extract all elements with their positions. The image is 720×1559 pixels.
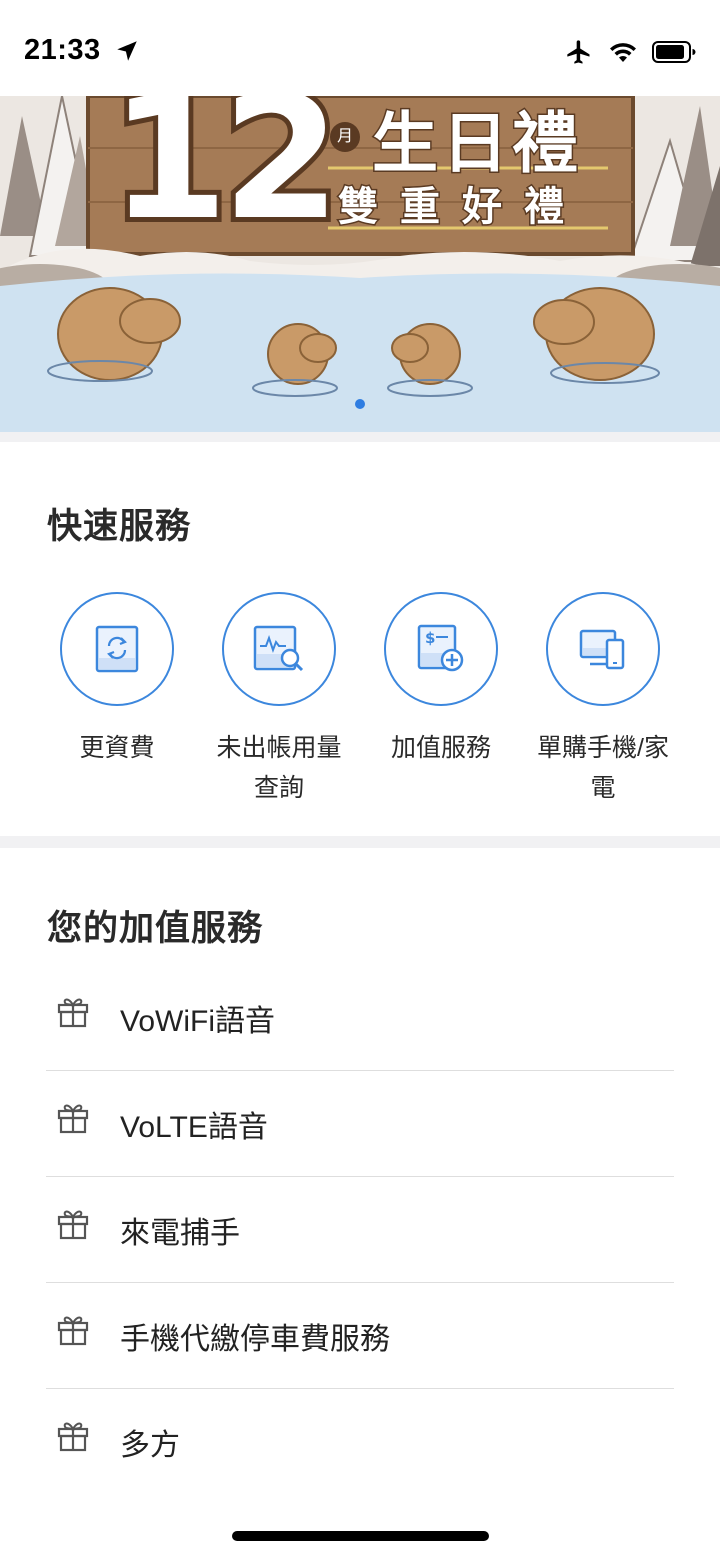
quick-services-title: 快速服務: [47, 507, 192, 546]
quick-item-circle[interactable]: [222, 592, 336, 706]
banner-month-badge: 月: [330, 122, 360, 152]
battery-icon: [652, 41, 696, 63]
add-service-icon: $: [417, 624, 464, 672]
vas-item-label: VoWiFi語音: [120, 1004, 276, 1038]
gift-icon: [57, 1104, 89, 1133]
vas-item-label: VoLTE語音: [120, 1110, 268, 1144]
promo-banner[interactable]: 12 月 生日禮 雙重好禮: [0, 96, 720, 432]
device-purchase-icon: [579, 629, 625, 670]
banner-subtitle: 雙重好禮: [337, 182, 586, 232]
banner-title: 生日禮: [371, 103, 582, 184]
status-bar: 21:33: [0, 0, 720, 96]
vas-item-volte[interactable]: VoLTE語音: [46, 1071, 674, 1177]
vas-item-label: 手機代繳停車費服務: [120, 1322, 390, 1356]
quick-item-add-service[interactable]: $ 加值服務: [360, 592, 522, 768]
quick-item-plan-change[interactable]: 更資費: [36, 592, 198, 768]
vas-item-parking-payment[interactable]: 手機代繳停車費服務: [46, 1283, 674, 1389]
vas-item-multiparty[interactable]: 多方: [46, 1389, 674, 1495]
vas-item-vowifi[interactable]: VoWiFi語音: [46, 965, 674, 1071]
vas-item-label: 多方: [120, 1429, 180, 1462]
usage-search-icon: [253, 625, 304, 672]
quick-item-circle[interactable]: [546, 592, 660, 706]
svg-text:$: $: [425, 629, 435, 647]
quick-item-label: 單購手機/家電: [537, 734, 669, 802]
quick-item-circle[interactable]: [60, 592, 174, 706]
quick-services-section: 快速服務 更資費 未出帳用量 查詢 $ 加值服務 單購手機/家 電: [0, 442, 720, 836]
carousel-indicator[interactable]: [355, 399, 365, 409]
banner-illustration: [0, 96, 720, 432]
quick-item-label: 加值服務: [390, 734, 491, 762]
gift-icon: [57, 1422, 89, 1452]
vas-item-call-catcher[interactable]: 來電捕手: [46, 1177, 674, 1283]
status-icons: [564, 38, 696, 66]
quick-item-label: 更資費: [79, 734, 155, 762]
location-arrow-icon: [117, 41, 137, 61]
home-indicator[interactable]: [232, 1531, 489, 1541]
quick-item-usage-query[interactable]: 未出帳用量 查詢: [198, 592, 360, 808]
gift-icon: [57, 1210, 89, 1239]
wifi-icon: [610, 43, 636, 62]
vas-list: VoWiFi語音 VoLTE語音 來電捕手 手機代繳停車費服務 多方: [46, 965, 674, 1495]
gift-icon: [57, 1316, 89, 1345]
airplane-icon: [567, 40, 590, 64]
vas-item-label: 來電捕手: [120, 1216, 240, 1250]
status-time: 21:33: [24, 34, 101, 66]
plan-change-icon: [95, 625, 139, 673]
gift-icon: [57, 998, 89, 1027]
section-divider: [0, 836, 720, 848]
quick-item-circle[interactable]: $: [384, 592, 498, 706]
value-added-services-section: 您的加值服務 VoWiFi語音 VoLTE語音 來電捕手 手機代繳停車費服務 多…: [0, 848, 720, 1559]
banner-number: 12: [105, 96, 346, 258]
quick-item-label: 未出帳用量 查詢: [216, 734, 342, 802]
quick-item-device-purchase[interactable]: 單購手機/家電: [522, 592, 684, 808]
vas-title: 您的加值服務: [47, 909, 264, 948]
